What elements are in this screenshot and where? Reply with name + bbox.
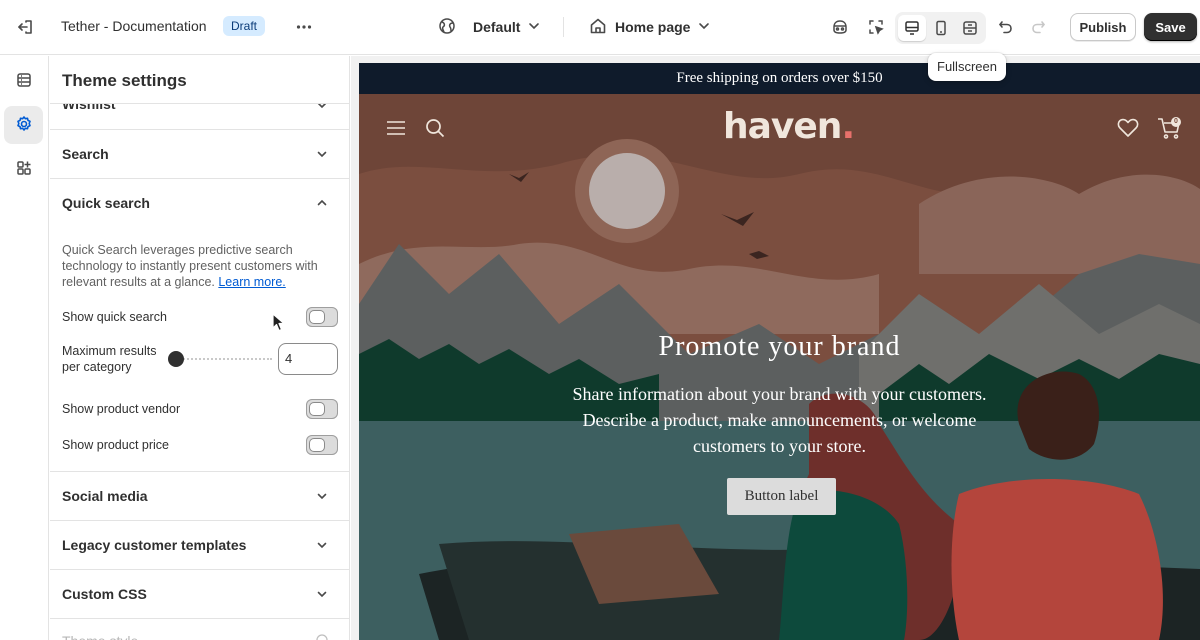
hamburger-icon[interactable] [386,119,406,140]
sections-icon [15,71,33,92]
section-label: Social media [62,488,148,504]
toggle-knob [310,311,324,323]
rail-apps-button[interactable] [4,150,43,188]
top-bar: Tether - Documentation Draft Default Hom… [0,0,1200,55]
home-icon [589,17,607,38]
fullscreen-tooltip: Fullscreen [928,53,1006,81]
hero-button[interactable]: Button label [727,478,836,515]
cart-icon[interactable]: 0 [1157,116,1183,143]
viewport-switcher [895,12,986,44]
theme-select-label: Default [473,19,521,35]
desktop-icon [903,19,921,40]
section-label: Custom CSS [62,586,147,602]
hero-text: Share information about your brand with … [572,384,987,456]
page-select[interactable]: Home page [589,17,710,37]
store-logo[interactable]: haven. [723,106,855,147]
section-legacy-templates[interactable]: Legacy customer templates [50,521,349,570]
globe-icon [438,17,456,38]
section-social-media[interactable]: Social media [50,472,349,521]
show-price-toggle[interactable] [306,435,338,455]
theme-settings-panel: Theme settings Wishlist Search Quick sea… [50,56,350,640]
quick-search-description: Quick Search leverages predictive search… [62,242,338,290]
max-results-label: Maximum results per category [62,344,157,374]
section-label[interactable]: Quick search [62,195,150,211]
panel-title: Theme settings [62,71,187,90]
mobile-icon[interactable] [932,19,950,40]
rail-theme-settings-button[interactable] [4,106,43,144]
wishlist-heart-icon[interactable] [1117,118,1139,141]
publish-button[interactable]: Publish [1070,13,1136,41]
chevron-down-icon [528,20,540,35]
section-label: Search [62,146,109,162]
section-custom-css[interactable]: Custom CSS [50,570,349,619]
max-results-input[interactable]: 4 [278,343,338,375]
show-vendor-toggle[interactable] [306,399,338,419]
search-icon[interactable] [425,118,445,141]
chevron-down-icon [316,490,328,505]
rail-sections-button[interactable] [4,62,43,100]
chevron-down-icon [316,539,328,554]
cart-count: 0 [1171,117,1181,127]
toggle-knob [310,439,324,451]
chevron-down-icon [698,20,710,35]
page-select-label: Home page [615,19,691,35]
doc-title: Tether - Documentation [61,18,207,34]
gear-icon [15,115,33,136]
logo-text: haven [723,106,842,147]
mouse-cursor [272,313,286,336]
store-preview: Free shipping on orders over $150 haven. [359,63,1200,640]
toggle-knob [310,403,324,415]
chevron-down-icon [316,148,328,163]
show-vendor-label: Show product vendor [62,402,181,416]
left-rail [0,56,49,640]
save-button[interactable]: Save [1144,13,1197,41]
divider [563,17,564,37]
section-theme-style[interactable]: Theme style [50,619,349,640]
max-results-slider-track[interactable] [176,358,272,360]
hero-illustration [359,94,1200,640]
max-results-slider-thumb[interactable] [168,351,184,367]
chevron-up-icon[interactable] [316,197,328,212]
more-icon[interactable] [290,13,318,41]
info-icon [316,634,328,640]
chevron-down-icon [316,588,328,603]
theme-select[interactable]: Default [438,17,540,37]
logo-dot: . [841,106,855,147]
show-price-label: Show product price [62,438,170,452]
section-quick-search: Quick search [50,179,349,472]
undo-icon[interactable] [992,13,1020,41]
inspector-icon[interactable] [862,13,890,41]
status-badge: Draft [223,16,266,36]
apps-icon [15,159,33,180]
hero-heading: Promote your brand [658,331,901,362]
panel-header: Theme settings [50,56,349,104]
store-header: haven. 0 [359,94,1200,164]
fullscreen-icon[interactable] [961,19,979,40]
section-label: Theme style [62,633,138,640]
redo-icon[interactable] [1024,13,1052,41]
section-label: Legacy customer templates [62,537,247,553]
announcement-bar: Free shipping on orders over $150 [359,63,1200,94]
learn-more-link[interactable]: Learn more. [218,275,285,289]
exit-icon[interactable] [11,13,39,41]
section-search[interactable]: Search [50,130,349,179]
show-quick-search-toggle[interactable] [306,307,338,327]
show-quick-search-label: Show quick search [62,310,167,324]
ai-agent-icon[interactable] [826,13,854,41]
